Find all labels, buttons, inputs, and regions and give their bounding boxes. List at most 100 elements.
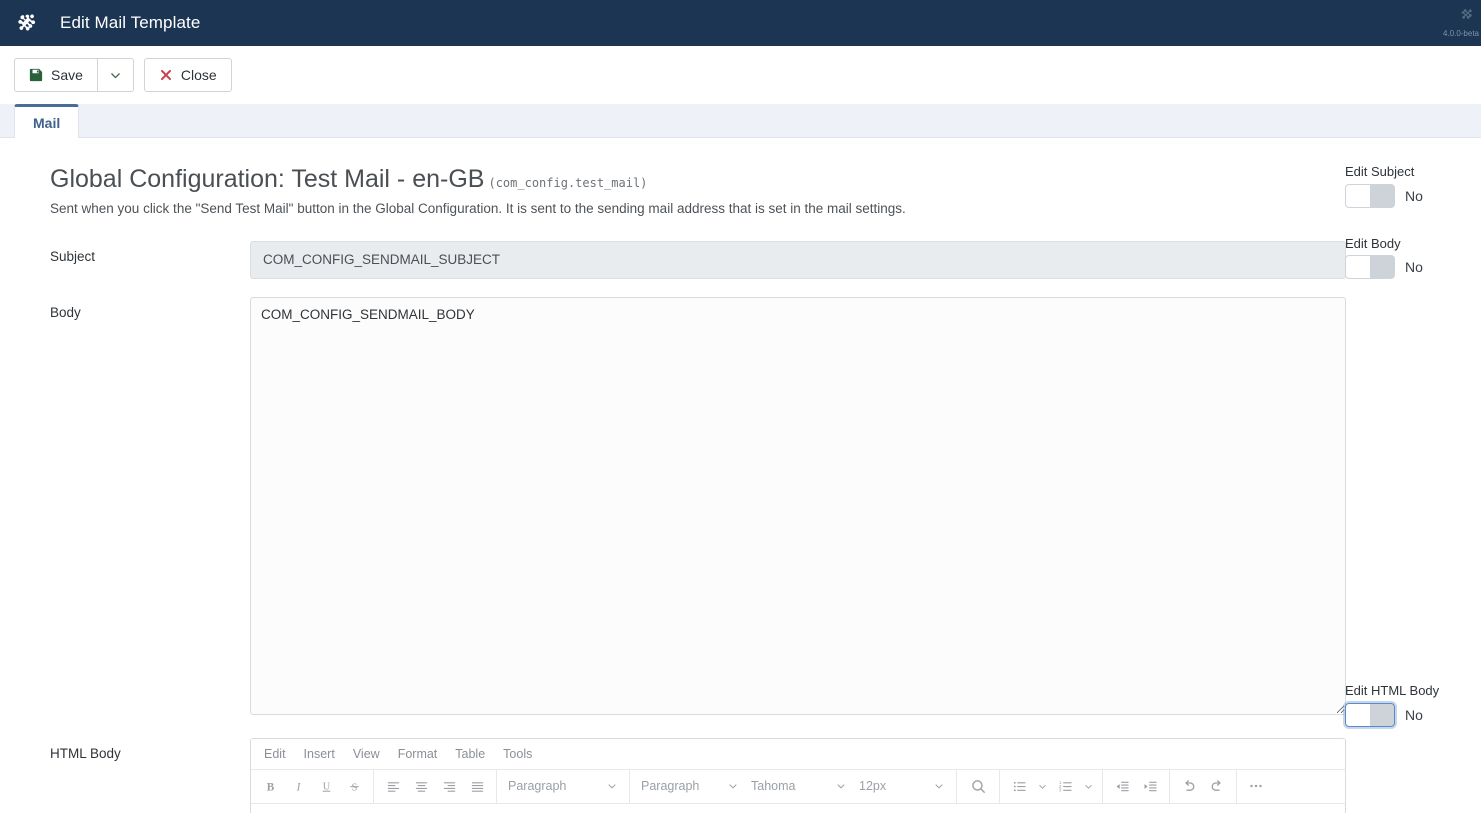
indent-icon[interactable]: [1136, 773, 1164, 799]
fontfamily-select-value: Tahoma: [751, 779, 795, 793]
align-center-icon[interactable]: [407, 773, 435, 799]
page-body: Global Configuration: Test Mail - en-GB (…: [0, 138, 1481, 813]
bullet-list-chevron-down-icon[interactable]: [1033, 773, 1051, 799]
fontsize-select[interactable]: 12px: [853, 773, 951, 799]
undo-icon[interactable]: [1175, 773, 1203, 799]
close-button-label: Close: [181, 68, 217, 82]
subject-input[interactable]: [250, 241, 1346, 279]
edit-subject-toggle-line: No: [1345, 184, 1481, 208]
save-button[interactable]: Save: [14, 58, 98, 92]
search-group: [957, 769, 1000, 803]
more-icon[interactable]: [1242, 773, 1270, 799]
fontsize-select-value: 12px: [859, 779, 886, 793]
edit-subject-value: No: [1405, 188, 1423, 204]
svg-text:B: B: [266, 781, 274, 793]
edit-body-value: No: [1405, 259, 1423, 275]
edit-html-body-toggle-line: No: [1345, 703, 1481, 727]
edit-html-body-label: Edit HTML Body: [1345, 683, 1481, 699]
menu-edit[interactable]: Edit: [255, 748, 295, 761]
editor-menubar: Edit Insert View Format Table Tools: [251, 739, 1345, 770]
svg-text:3: 3: [1058, 787, 1061, 792]
fontfamily-select[interactable]: Tahoma: [745, 773, 853, 799]
styles-select[interactable]: Paragraph: [635, 773, 745, 799]
tinymce-editor: Edit Insert View Format Table Tools B: [250, 738, 1346, 813]
list-group: 123: [1000, 769, 1103, 803]
save-dropdown-button[interactable]: [97, 58, 134, 92]
search-icon[interactable]: [962, 773, 994, 799]
body-textarea[interactable]: COM_CONFIG_SENDMAIL_BODY: [250, 297, 1346, 715]
italic-icon[interactable]: I: [284, 773, 312, 799]
edit-html-body-switch[interactable]: [1345, 703, 1395, 727]
menu-view[interactable]: View: [344, 748, 389, 761]
text-format-group: B I U S: [251, 769, 374, 803]
page-title: Global Configuration: Test Mail - en-GB (…: [50, 164, 1467, 194]
chevron-down-icon: [109, 69, 122, 82]
blocks-select[interactable]: Paragraph: [502, 773, 624, 799]
font-group: Paragraph Tahoma: [630, 769, 957, 803]
menu-insert[interactable]: Insert: [295, 748, 344, 761]
subject-field-row: Subject: [50, 241, 1467, 279]
subject-label: Subject: [50, 241, 250, 264]
underline-icon[interactable]: U: [312, 773, 340, 799]
align-justify-icon[interactable]: [463, 773, 491, 799]
align-right-icon[interactable]: [435, 773, 463, 799]
strikethrough-icon[interactable]: S: [340, 773, 368, 799]
bullet-list-icon[interactable]: [1005, 773, 1033, 799]
save-button-group: Save: [14, 58, 134, 92]
outdent-icon[interactable]: [1108, 773, 1136, 799]
edit-html-body-toggle-block: Edit HTML Body No: [1345, 683, 1481, 727]
bullet-list-split[interactable]: [1005, 773, 1051, 799]
page-description: Sent when you click the "Send Test Mail"…: [50, 200, 1467, 219]
body-field-row: Body COM_CONFIG_SENDMAIL_BODY: [50, 297, 1467, 720]
html-body-label: HTML Body: [50, 738, 250, 761]
close-x-icon: [159, 68, 173, 82]
chevron-down-icon: [933, 780, 945, 792]
menu-tools[interactable]: Tools: [494, 748, 541, 761]
page-title-code: (com_config.test_mail): [488, 176, 647, 190]
blocks-select-group: Paragraph: [497, 769, 630, 803]
joomla-brandmark-icon: [1457, 8, 1479, 28]
tab-mail-label: Mail: [33, 115, 60, 131]
indent-group: [1103, 769, 1170, 803]
action-toolbar: Save Close: [0, 46, 1481, 104]
numbered-list-split[interactable]: 123: [1051, 773, 1097, 799]
svg-text:U: U: [322, 781, 330, 792]
chevron-down-icon: [727, 780, 739, 792]
editor-content-area[interactable]: [251, 804, 1345, 813]
close-button[interactable]: Close: [144, 58, 232, 92]
blocks-select-value: Paragraph: [508, 779, 566, 793]
svg-text:S: S: [351, 782, 357, 793]
history-group: [1170, 769, 1237, 803]
body-control: COM_CONFIG_SENDMAIL_BODY: [250, 297, 1346, 720]
edit-subject-switch[interactable]: [1345, 184, 1395, 208]
editor-toolbar: B I U S: [251, 770, 1345, 804]
tab-bar: Mail: [0, 104, 1481, 138]
menu-table[interactable]: Table: [446, 748, 494, 761]
svg-text:I: I: [295, 781, 301, 793]
version-label: 4.0.0-beta: [1443, 29, 1479, 38]
overflow-group: [1237, 769, 1275, 803]
page-title-text: Global Configuration: Test Mail - en-GB: [50, 165, 484, 193]
chevron-down-icon: [835, 780, 847, 792]
edit-body-label: Edit Body: [1345, 236, 1481, 252]
align-left-icon[interactable]: [379, 773, 407, 799]
edit-subject-label: Edit Subject: [1345, 164, 1481, 180]
styles-select-value: Paragraph: [641, 779, 699, 793]
app-header: Edit Mail Template 4.0.0-beta: [0, 0, 1481, 46]
numbered-list-chevron-down-icon[interactable]: [1079, 773, 1097, 799]
numbered-list-icon[interactable]: 123: [1051, 773, 1079, 799]
menu-format[interactable]: Format: [389, 748, 447, 761]
tab-mail[interactable]: Mail: [14, 104, 79, 138]
edit-body-toggle-block: Edit Body No: [1345, 236, 1481, 280]
edit-subject-toggle-block: Edit Subject No: [1345, 164, 1481, 208]
joomla-logo-icon[interactable]: [14, 10, 40, 36]
redo-icon[interactable]: [1203, 773, 1231, 799]
app-title: Edit Mail Template: [60, 13, 200, 33]
edit-body-switch[interactable]: [1345, 255, 1395, 279]
floppy-disk-icon: [29, 68, 43, 82]
alignment-group: [374, 769, 497, 803]
right-rail: Edit Subject No Edit Body No Edit HTML B…: [1345, 138, 1481, 741]
chevron-down-icon: [606, 780, 618, 792]
bold-icon[interactable]: B: [256, 773, 284, 799]
html-body-control: Edit Insert View Format Table Tools B: [250, 738, 1346, 813]
